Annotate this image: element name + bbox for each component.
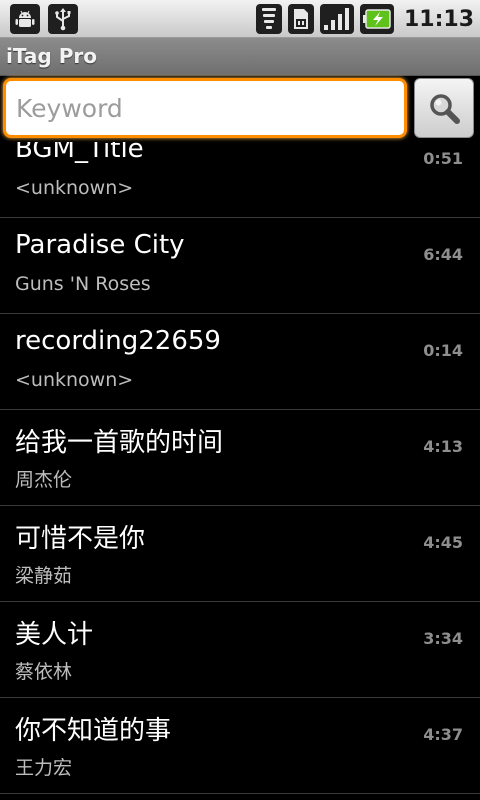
- signal-icon: [319, 4, 354, 34]
- song-duration: 4:13: [423, 437, 463, 456]
- song-artist: 周杰伦: [15, 469, 73, 491]
- song-row[interactable]: 美人计蔡依林 3:34: [0, 602, 480, 698]
- notification-icons: [10, 4, 78, 34]
- song-title: 你不知道的事: [15, 716, 172, 746]
- song-list-content: BGM_Title <unknown> 0:51 Paradise City Guns …: [0, 142, 480, 794]
- status-clock: 11:13: [403, 6, 474, 32]
- song-row[interactable]: recording22659 <unknown> 0:14: [0, 314, 480, 410]
- song-row[interactable]: BGM_Title <unknown> 0:51: [0, 142, 480, 218]
- search-button[interactable]: [414, 78, 474, 138]
- song-duration: 6:44: [423, 245, 463, 264]
- title-bar: iTag Pro: [0, 38, 480, 76]
- song-duration: 0:14: [423, 341, 463, 360]
- search-input[interactable]: [6, 81, 404, 135]
- screen: 11:13 iTag Pro BGM_Title <unknown> 0:51 Par…: [0, 0, 480, 800]
- android-icon: [10, 4, 40, 34]
- song-artist: <unknown>: [15, 177, 134, 199]
- song-title: 美人计: [15, 620, 94, 650]
- battery-charging-icon: [359, 4, 394, 34]
- song-title: Paradise City: [15, 230, 185, 260]
- song-title: BGM_Title: [15, 142, 144, 164]
- song-row[interactable]: 给我一首歌的时间周杰伦 4:13: [0, 410, 480, 506]
- search-row: [0, 76, 480, 142]
- song-row[interactable]: Paradise City Guns 'N Roses 6:44: [0, 218, 480, 314]
- system-icons: 11:13: [255, 4, 474, 34]
- wifi-icon: [255, 4, 282, 34]
- song-title: 给我一首歌的时间: [15, 428, 224, 458]
- song-row[interactable]: 你不知道的事王力宏 4:37: [0, 698, 480, 794]
- search-icon: [430, 94, 460, 124]
- song-artist: <unknown>: [15, 369, 134, 391]
- search-input-frame: [3, 78, 407, 138]
- song-duration: 0:51: [423, 149, 463, 168]
- usb-icon: [48, 4, 78, 34]
- song-list[interactable]: BGM_Title <unknown> 0:51 Paradise City Guns …: [0, 142, 480, 800]
- status-bar: 11:13: [0, 0, 480, 38]
- song-duration: 4:45: [423, 533, 463, 552]
- app-title: iTag Pro: [6, 44, 97, 68]
- song-title: recording22659: [15, 326, 221, 356]
- song-artist: 蔡依林: [15, 661, 73, 683]
- song-artist: 梁静茹: [15, 565, 73, 587]
- song-artist: 王力宏: [15, 757, 73, 779]
- song-duration: 4:37: [423, 725, 463, 744]
- song-artist: Guns 'N Roses: [15, 273, 151, 295]
- song-row[interactable]: 可惜不是你梁静茹 4:45: [0, 506, 480, 602]
- song-title: 可惜不是你: [15, 524, 146, 554]
- sim-card-icon: [287, 4, 314, 34]
- song-duration: 3:34: [423, 629, 463, 648]
